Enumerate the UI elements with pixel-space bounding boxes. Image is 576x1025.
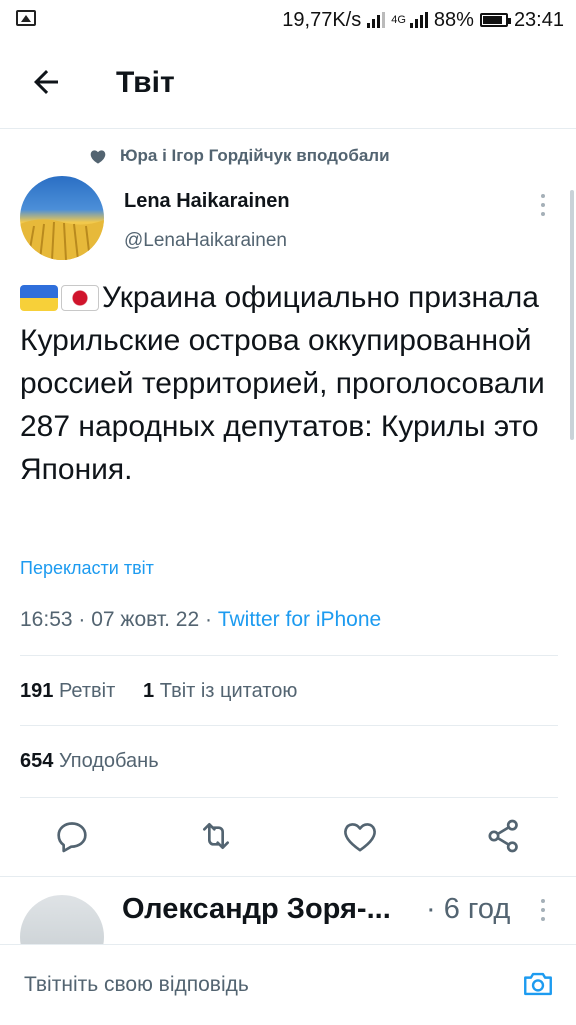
more-options-icon[interactable] [536,190,550,220]
status-bar: 19,77K/s 4G 88% 23:41 [0,0,576,40]
scrollbar[interactable] [570,190,574,440]
clock: 23:41 [513,8,564,31]
divider [20,655,558,656]
status-bar-right: 19,77K/s 4G 88% 23:41 [282,8,564,32]
net-speed: 19,77K/s [282,8,362,31]
quotes-count: 1 [143,680,155,702]
reply-time: · 6 год [426,893,511,925]
reply-tweet[interactable]: Олександр Зоря-... · 6 год [0,876,576,945]
japan-flag-icon [61,285,99,311]
likes-label: Уподобань [58,750,159,772]
image-notification-icon [16,10,36,26]
signal-icon-2 [409,12,428,28]
camera-icon[interactable] [520,967,556,1001]
reply-icon[interactable] [52,816,92,856]
tweet-timestamp: 16:53 · 07 жовт. 22 · [20,608,218,631]
retweet-stats[interactable]: 191 Ретвіт 1 Твіт із цитатою [20,680,297,703]
back-arrow-icon[interactable] [28,64,64,100]
tweet-meta: 16:53 · 07 жовт. 22 · Twitter for iPhone [20,608,381,632]
tweet-text: Украина официально признала Курильские о… [20,276,560,491]
app-header: Твіт [0,40,576,129]
divider [20,797,558,798]
tweet-source-link[interactable]: Twitter for iPhone [218,608,381,631]
ukraine-flag-icon [20,285,58,311]
reply-compose-bar[interactable]: Твітніть свою відповідь [0,944,576,1025]
reply-author-name[interactable]: Олександр Зоря-... [122,893,391,926]
tweet-body: Украина официально признала Курильские о… [20,281,545,486]
likes-stats[interactable]: 654 Уподобань [20,750,159,773]
battery-percent: 88% [433,8,474,31]
page-title: Твіт [116,66,175,99]
likes-count: 654 [20,750,54,772]
retweet-icon[interactable] [196,816,236,856]
social-context-text: Юра і Ігор Гордійчук вподобали [120,146,390,165]
reply-more-options-icon[interactable] [537,899,549,921]
wheat-field-image [20,219,104,260]
share-icon[interactable] [484,816,524,856]
reply-input[interactable]: Твітніть свою відповідь [24,973,249,997]
translate-link[interactable]: Перекласти твіт [20,558,154,579]
reply-avatar[interactable] [20,895,104,945]
retweets-label: Ретвіт [58,680,116,702]
retweets-count: 191 [20,680,54,702]
like-heart-icon[interactable] [340,816,380,856]
heart-filled-icon [90,149,106,164]
social-context[interactable]: Юра і Ігор Гордійчук вподобали [90,146,390,166]
battery-icon [479,13,511,27]
author-name[interactable]: Lena Haikarainen [124,190,290,213]
network-type: 4G [391,14,406,26]
divider [20,725,558,726]
signal-icon [367,12,386,28]
author-handle[interactable]: @LenaHaikarainen [124,230,287,252]
quotes-label: Твіт із цитатою [159,680,298,702]
author-avatar[interactable] [20,176,104,260]
